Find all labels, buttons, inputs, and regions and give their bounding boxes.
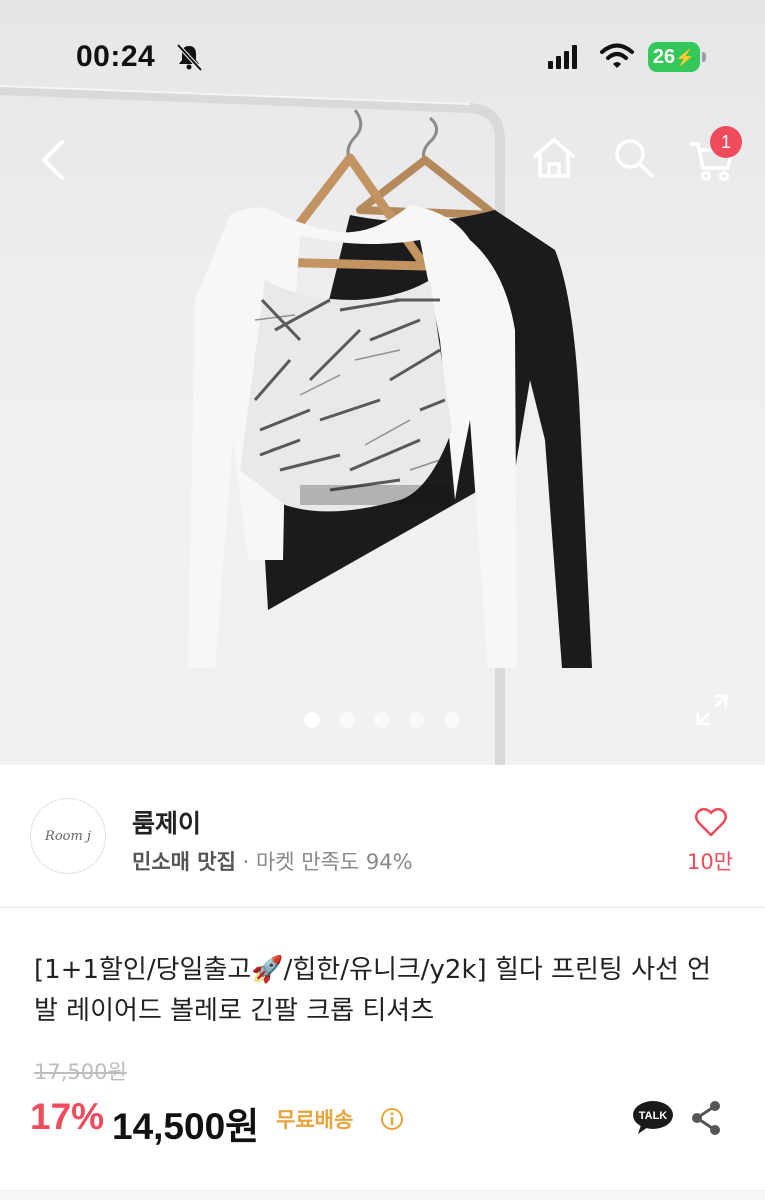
share-icon[interactable] — [690, 1100, 722, 1136]
store-tagline: 민소매 맛집 — [132, 850, 236, 874]
status-time: 00:24 — [76, 40, 156, 73]
home-icon[interactable] — [530, 136, 578, 180]
like-count: 10만 — [686, 850, 734, 874]
status-bar: 00:24 26⚡ — [0, 0, 765, 110]
page-dot-active[interactable] — [304, 712, 320, 728]
original-price: 17,500원 — [34, 1060, 127, 1084]
kakao-talk-icon[interactable]: TALK — [632, 1100, 674, 1136]
bell-slash-icon — [176, 43, 203, 72]
store-info-row[interactable]: Room j 룸제이 민소매 맛집 · 마켓 만족도 94% 10만 — [0, 766, 765, 908]
wifi-icon — [600, 43, 634, 68]
battery-tip — [702, 52, 706, 62]
page-dot[interactable] — [444, 712, 460, 728]
sale-price: 14,500원 — [112, 1106, 260, 1147]
discount-rate: 17% — [30, 1096, 105, 1137]
product-title: [1+1할인/당일출고🚀/힙한/유니크/y2k] 힐다 프린팅 사선 언발 레이… — [34, 955, 712, 1026]
product-photo — [0, 85, 592, 765]
store-name[interactable]: 룸제이 — [132, 804, 201, 840]
heart-icon[interactable] — [694, 806, 728, 838]
page-dot[interactable] — [409, 712, 425, 728]
store-satisfaction: · 마켓 만족도 94% — [235, 850, 413, 874]
page-dot[interactable] — [339, 712, 355, 728]
free-shipping-label[interactable]: 무료배송 — [276, 1104, 353, 1134]
talk-label: TALK — [639, 1110, 668, 1122]
product-image-gallery[interactable]: 00:24 26⚡ 1 — [0, 0, 765, 765]
cart-count-badge: 1 — [710, 126, 742, 158]
fullscreen-expand-icon[interactable] — [694, 692, 730, 728]
battery-indicator: 26⚡ — [648, 42, 700, 72]
store-description: 민소매 맛집 · 마켓 만족도 94% — [132, 846, 413, 876]
store-avatar[interactable]: Room j — [30, 798, 106, 874]
gallery-pagination[interactable] — [304, 712, 460, 728]
back-icon[interactable] — [34, 136, 74, 184]
search-icon[interactable] — [612, 136, 656, 180]
cellular-signal-icon — [548, 45, 577, 69]
page-dot[interactable] — [374, 712, 390, 728]
section-divider — [0, 1190, 765, 1200]
battery-level: 26 — [652, 46, 676, 68]
store-logo-text: Room j — [45, 828, 91, 844]
info-icon[interactable] — [380, 1107, 404, 1131]
charging-icon: ⚡ — [675, 50, 696, 67]
